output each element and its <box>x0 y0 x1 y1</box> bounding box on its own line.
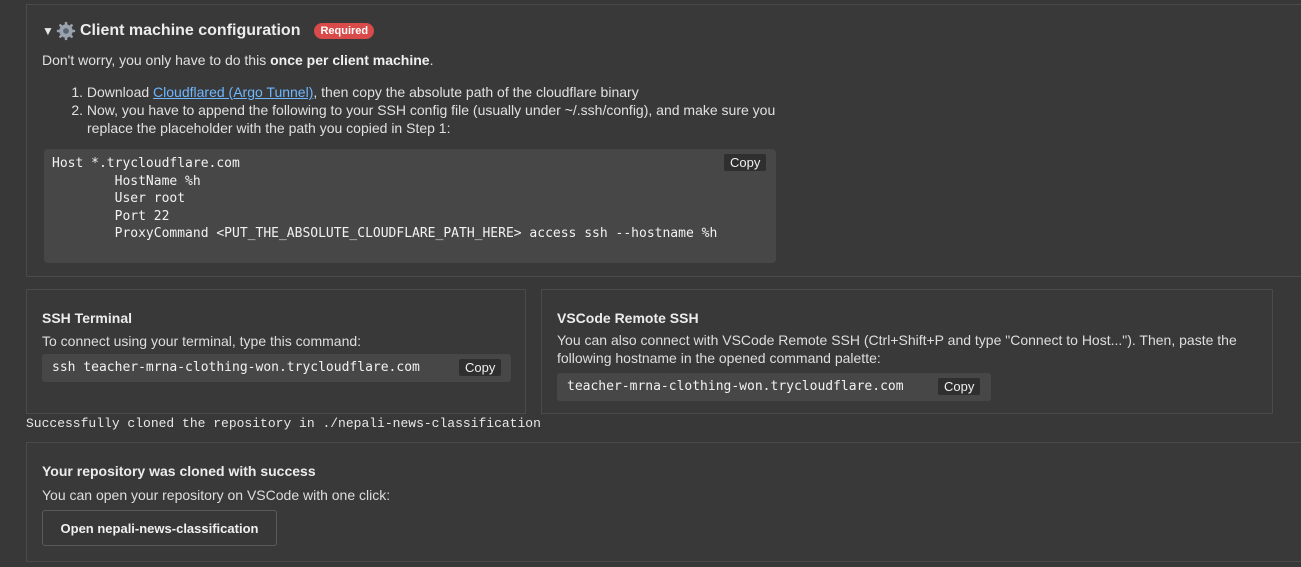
repo-cloned-description: You can open your repository on VSCode w… <box>42 487 391 503</box>
ssh-config-code-block: Host *.trycloudflare.com HostName %h Use… <box>44 149 776 263</box>
intro-prefix: Don't worry, you only have to do this <box>42 52 271 68</box>
intro-bold: once per client machine <box>270 52 430 68</box>
ssh-terminal-title: SSH Terminal <box>42 310 132 326</box>
vscode-remote-card: VSCode Remote SSH You can also connect w… <box>541 289 1273 414</box>
copy-hostname-button[interactable]: Copy <box>938 378 981 395</box>
open-repository-button[interactable]: Open nepali-news-classification <box>42 510 277 546</box>
ssh-config-code[interactable]: Host *.trycloudflare.com HostName %h Use… <box>52 155 717 243</box>
vscode-hostname-box: teacher-mrna-clothing-won.trycloudflare.… <box>557 373 991 401</box>
clone-log-message: Successfully cloned the repository in ./… <box>26 416 541 431</box>
step-1-suffix: , then copy the absolute path of the clo… <box>313 84 639 100</box>
vscode-description-line-2: following hostname in the opened command… <box>557 350 881 366</box>
client-config-intro: Don't worry, you only have to do this on… <box>42 52 433 68</box>
copy-ssh-command-button[interactable]: Copy <box>459 359 502 376</box>
intro-suffix: . <box>429 52 434 68</box>
vscode-hostname[interactable]: teacher-mrna-clothing-won.trycloudflare.… <box>567 379 904 394</box>
client-config-title: Client machine configuration <box>80 22 301 39</box>
gear-icon <box>56 21 76 41</box>
ssh-terminal-card: SSH Terminal To connect using your termi… <box>26 289 526 414</box>
vscode-remote-description: You can also connect with VSCode Remote … <box>557 331 1237 367</box>
step-2-line-1: Now, you have to append the following to… <box>86 102 776 118</box>
step-1-number: 1. <box>71 84 83 100</box>
vscode-remote-title: VSCode Remote SSH <box>557 310 699 326</box>
cloudflared-link[interactable]: Cloudflared (Argo Tunnel) <box>153 84 313 100</box>
step-2: 2. Now, you have to append the following… <box>67 101 775 119</box>
step-2-number: 2. <box>71 102 83 118</box>
ssh-command[interactable]: ssh teacher-mrna-clothing-won.trycloudfl… <box>52 360 420 375</box>
repo-cloned-card: Your repository was cloned with success … <box>26 442 1301 562</box>
ssh-command-box: ssh teacher-mrna-clothing-won.trycloudfl… <box>42 354 511 382</box>
client-config-panel: ▼ Client machine configuration Required … <box>26 4 1301 277</box>
vscode-description-line-1: You can also connect with VSCode Remote … <box>557 332 1237 348</box>
client-config-header[interactable]: ▼ Client machine configuration Required <box>42 21 375 41</box>
step-1-prefix: Download <box>86 84 154 100</box>
copy-config-button[interactable]: Copy <box>724 154 767 171</box>
step-1: 1. Download Cloudflared (Argo Tunnel), t… <box>67 83 775 101</box>
triangle-down-icon[interactable]: ▼ <box>42 24 56 38</box>
repo-cloned-title: Your repository was cloned with success <box>42 463 316 479</box>
required-badge: Required <box>314 23 375 39</box>
ssh-terminal-description: To connect using your terminal, type thi… <box>42 333 362 349</box>
setup-steps: 1. Download Cloudflared (Argo Tunnel), t… <box>67 83 775 137</box>
step-2-line-2: replace the placeholder with the path yo… <box>87 120 451 136</box>
